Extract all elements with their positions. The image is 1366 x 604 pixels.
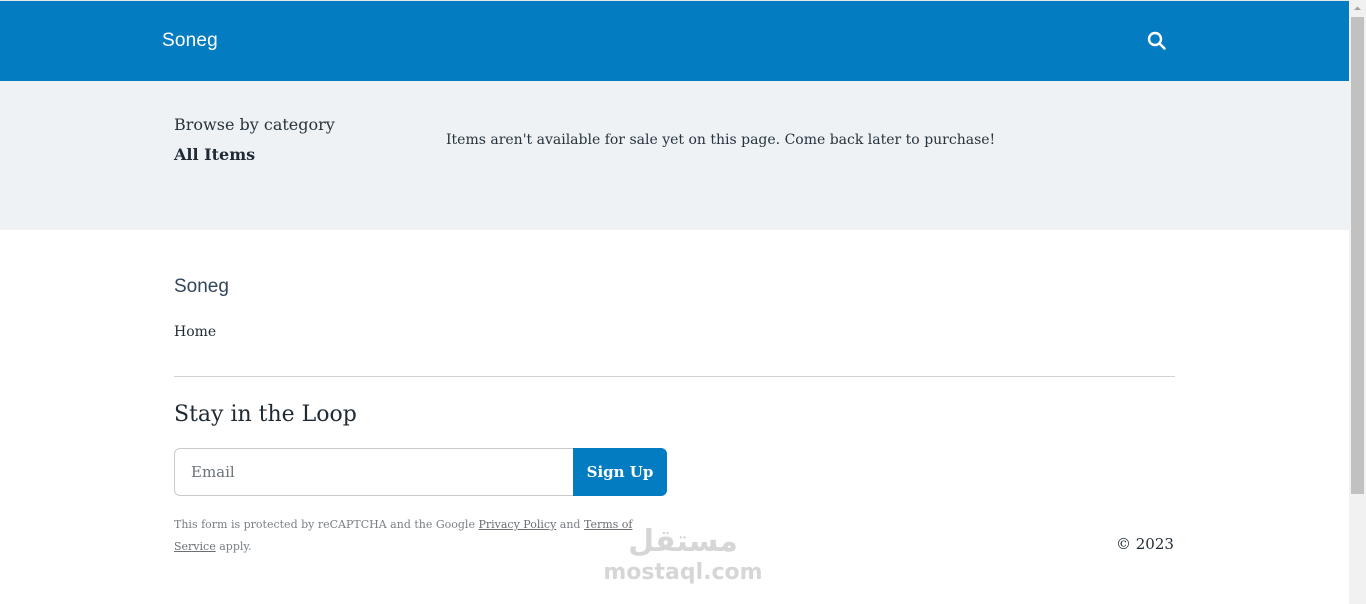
scrollbar-thumb[interactable] xyxy=(1351,17,1364,494)
category-section: Browse by category All Items Items aren'… xyxy=(0,81,1349,230)
search-button[interactable] xyxy=(1146,30,1168,52)
scroll-up-arrow-icon[interactable] xyxy=(1349,0,1366,17)
search-icon xyxy=(1147,31,1166,50)
unavailable-notice: Items aren't available for sale yet on t… xyxy=(446,132,996,148)
watermark-arabic: مستقل xyxy=(628,524,738,559)
legal-prefix: This form is protected by reCAPTCHA and … xyxy=(174,518,479,531)
legal-and: and xyxy=(556,518,584,531)
browse-by-category-label: Browse by category xyxy=(174,115,335,134)
newsletter-title: Stay in the Loop xyxy=(174,402,357,427)
privacy-policy-link[interactable]: Privacy Policy xyxy=(478,518,556,531)
footer-divider xyxy=(174,376,1175,377)
watermark: مستقل mostaql.com xyxy=(600,524,766,594)
category-all-items[interactable]: All Items xyxy=(174,145,255,164)
email-field[interactable] xyxy=(174,448,574,496)
recaptcha-notice: This form is protected by reCAPTCHA and … xyxy=(174,514,664,558)
sign-up-button[interactable]: Sign Up xyxy=(573,448,667,496)
page-scrollbar[interactable] xyxy=(1349,0,1366,604)
footer-home-link[interactable]: Home xyxy=(174,324,216,340)
site-header: Soneg xyxy=(0,0,1349,81)
watermark-latin: mostaql.com xyxy=(603,560,763,585)
site-brand[interactable]: Soneg xyxy=(162,30,218,52)
legal-suffix: apply. xyxy=(215,540,252,553)
footer-brand[interactable]: Soneg xyxy=(174,276,229,298)
copyright-text: © 2023 xyxy=(1116,535,1174,553)
